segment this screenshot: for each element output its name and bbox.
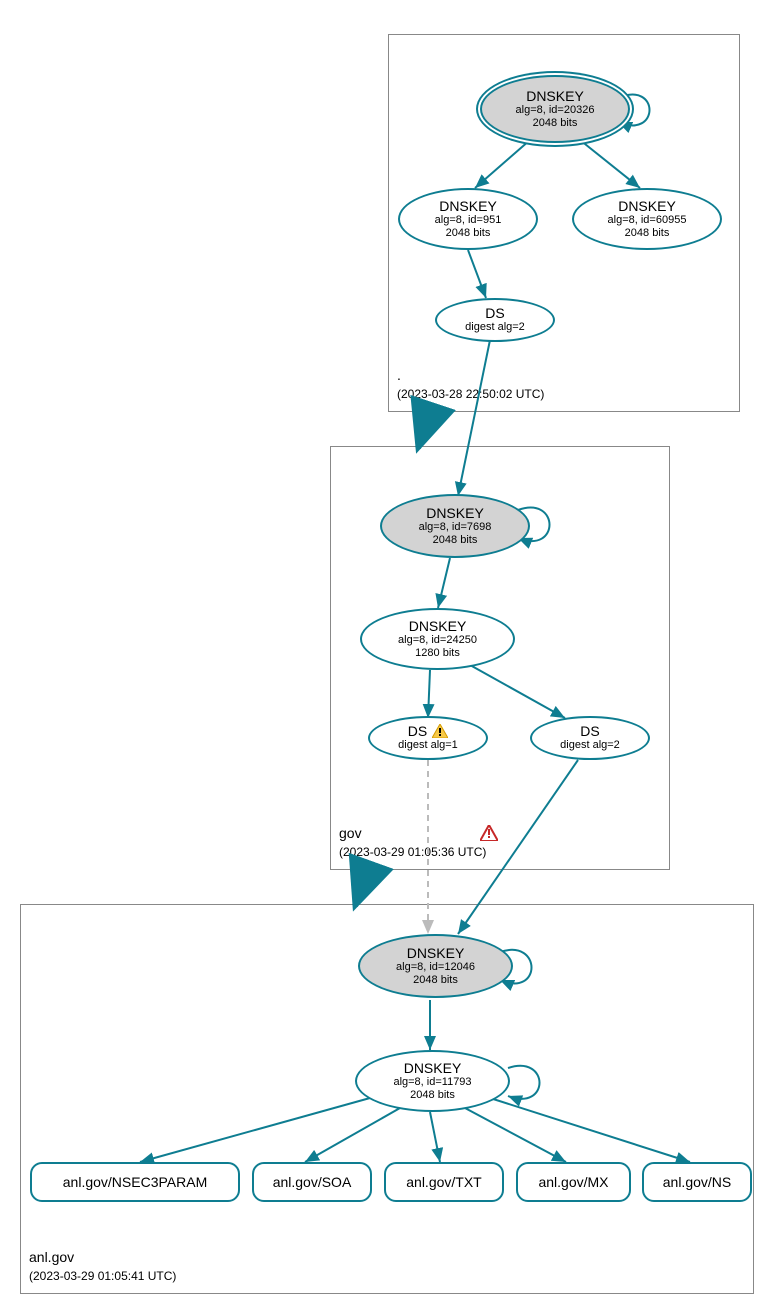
node-title: DNSKEY [618,198,676,214]
node-sub2: 2048 bits [413,974,458,987]
node-sub2: 2048 bits [446,227,491,240]
node-sub2: 2048 bits [533,117,578,130]
node-gov-ds1: DS digest alg=1 [368,716,488,760]
zone-root-ts: (2023-03-28 22:50:02 UTC) [397,387,544,401]
node-sub2: 2048 bits [625,227,670,240]
node-sub1: alg=8, id=60955 [608,214,687,227]
node-rec-ns: anl.gov/NS [642,1162,752,1202]
node-sub2: 2048 bits [433,534,478,547]
node-rec-txt: anl.gov/TXT [384,1162,504,1202]
node-sub1: alg=8, id=951 [435,214,502,227]
node-title: anl.gov/SOA [273,1174,352,1190]
node-gov-zsk: DNSKEY alg=8, id=24250 1280 bits [360,608,515,670]
node-title: anl.gov/NS [663,1174,731,1190]
node-rec-soa: anl.gov/SOA [252,1162,372,1202]
node-title: anl.gov/MX [538,1174,608,1190]
node-anl-zsk: DNSKEY alg=8, id=11793 2048 bits [355,1050,510,1112]
node-sub1: alg=8, id=7698 [419,521,492,534]
node-sub2: 1280 bits [415,647,460,660]
node-root-ksk: DNSKEY alg=8, id=20326 2048 bits [480,75,630,143]
node-title: DS [485,305,504,321]
error-icon [480,825,498,841]
node-rec-nsec3: anl.gov/NSEC3PARAM [30,1162,240,1202]
node-sub1: alg=8, id=24250 [398,634,477,647]
node-root-ds: DS digest alg=2 [435,298,555,342]
node-root-zsk1: DNSKEY alg=8, id=951 2048 bits [398,188,538,250]
node-title: DS [580,723,599,739]
node-title: DNSKEY [526,88,584,104]
node-anl-ksk: DNSKEY alg=8, id=12046 2048 bits [358,934,513,998]
node-root-zsk2: DNSKEY alg=8, id=60955 2048 bits [572,188,722,250]
node-rec-mx: anl.gov/MX [516,1162,631,1202]
warning-icon [432,724,448,738]
node-title: DNSKEY [409,618,467,634]
node-sub1: alg=8, id=20326 [516,104,595,117]
node-sub1: digest alg=2 [560,739,620,752]
node-title: anl.gov/TXT [406,1174,481,1190]
node-gov-ksk: DNSKEY alg=8, id=7698 2048 bits [380,494,530,558]
node-sub2: 2048 bits [410,1089,455,1102]
node-sub1: alg=8, id=11793 [393,1076,471,1089]
zone-root-name: . [397,367,401,383]
node-title: DNSKEY [404,1060,462,1076]
zone-gov-ts: (2023-03-29 01:05:36 UTC) [339,845,486,859]
node-title: DNSKEY [439,198,497,214]
node-title: anl.gov/NSEC3PARAM [63,1174,207,1190]
node-gov-ds2: DS digest alg=2 [530,716,650,760]
node-sub1: digest alg=1 [398,739,458,752]
zone-gov-name: gov [339,825,362,841]
node-sub1: digest alg=2 [465,321,525,334]
node-title: DNSKEY [407,945,465,961]
dnssec-diagram: . (2023-03-28 22:50:02 UTC) gov (2023-03… [10,10,758,1293]
node-sub1: alg=8, id=12046 [396,961,475,974]
zone-anl-name: anl.gov [29,1249,74,1265]
node-title: DS [408,723,427,739]
zone-anl-ts: (2023-03-29 01:05:41 UTC) [29,1269,176,1283]
node-title: DNSKEY [426,505,484,521]
